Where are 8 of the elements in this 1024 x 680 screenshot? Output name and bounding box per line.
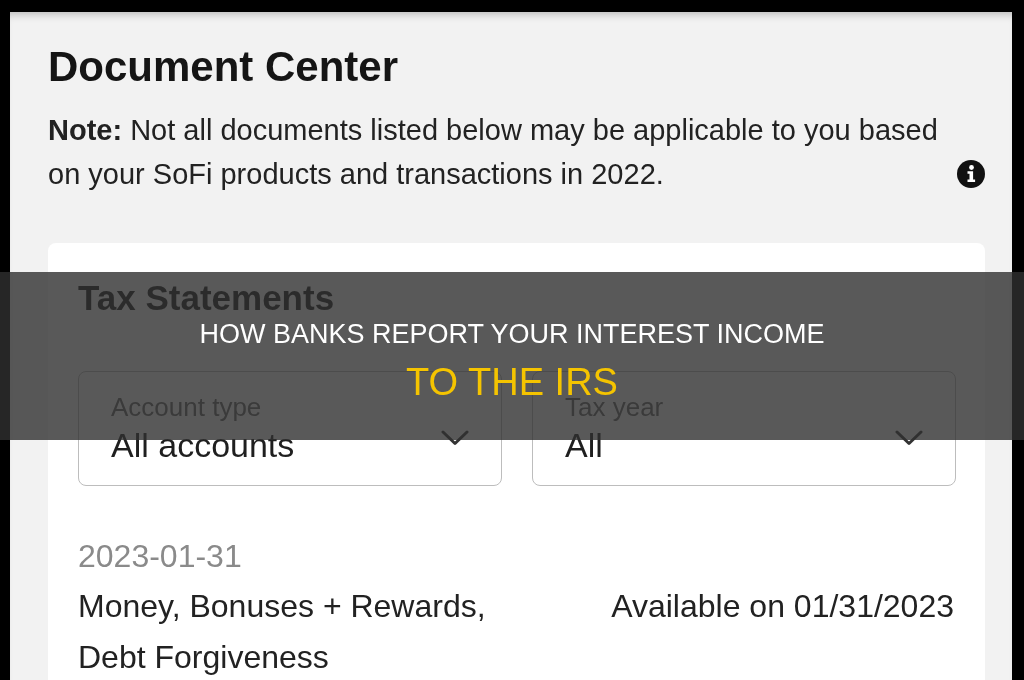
banner-title: HOW BANKS REPORT YOUR INTEREST INCOME (199, 318, 825, 351)
banner-title: TO THE IRS (406, 360, 618, 403)
availability-status: Available on 01/31/2023 (611, 587, 954, 626)
document-date: 2023-01-31 (78, 538, 243, 574)
document-name[interactable]: Money, Bonuses + Rewards, Debt Forgiveness (78, 581, 518, 680)
page-title: Document Center (48, 42, 400, 92)
note-text: Note: Not all documents listed below may be applicable to you based on your SoFi products and transactions in 2022. (48, 113, 939, 192)
info-icon[interactable] (957, 160, 985, 188)
